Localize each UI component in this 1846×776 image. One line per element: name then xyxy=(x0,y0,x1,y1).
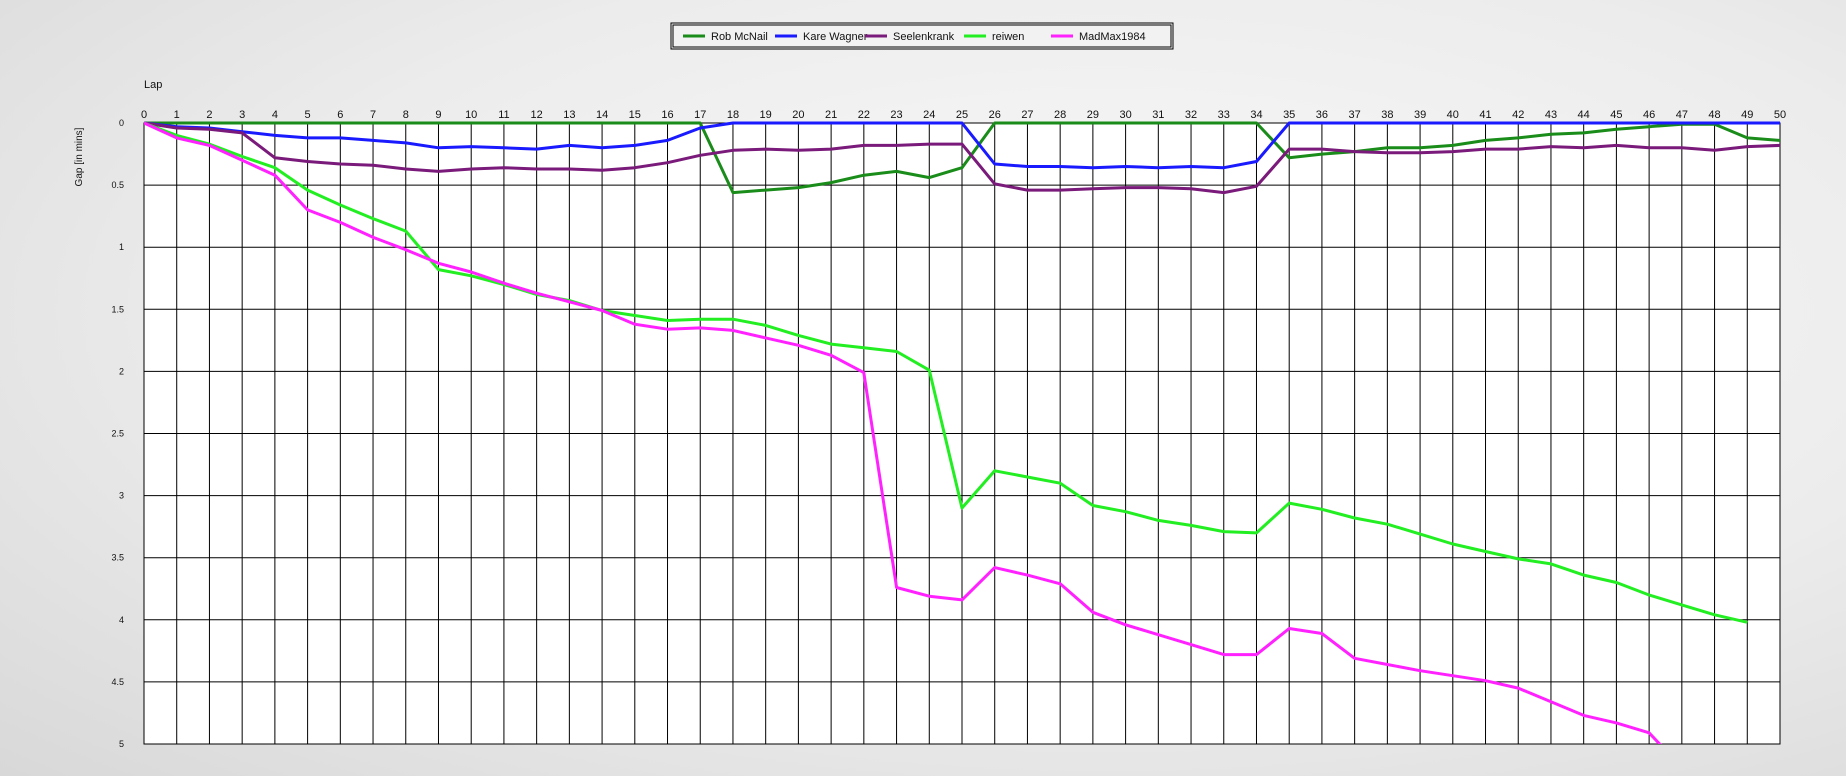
y-tick-label: 3.5 xyxy=(111,553,124,563)
y-tick-label: 0.5 xyxy=(111,180,124,190)
x-tick-label: 4 xyxy=(272,109,278,121)
x-tick-label: 34 xyxy=(1250,109,1262,121)
x-tick-label: 47 xyxy=(1676,109,1688,121)
x-tick-label: 10 xyxy=(465,109,477,121)
x-tick-label: 0 xyxy=(141,109,147,121)
x-tick-label: 28 xyxy=(1054,109,1066,121)
x-tick-label: 21 xyxy=(825,109,837,121)
x-tick-label: 37 xyxy=(1349,109,1361,121)
x-tick-label: 46 xyxy=(1643,109,1655,121)
y-tick-label: 4.5 xyxy=(111,677,124,687)
x-tick-label: 38 xyxy=(1381,109,1393,121)
x-tick-label: 17 xyxy=(694,109,706,121)
x-tick-label: 25 xyxy=(956,109,968,121)
x-tick-label: 24 xyxy=(923,109,935,121)
lap-gap-chart: Rob McNail Kare Wagner Seelenkrank reiwen Ma… xyxy=(74,22,1786,749)
y-tick-label: 2.5 xyxy=(111,429,124,439)
y-tick-label: 0 xyxy=(119,118,124,128)
x-tick-label: 19 xyxy=(760,109,772,121)
x-tick-label: 41 xyxy=(1479,109,1491,121)
x-tick-label: 42 xyxy=(1512,109,1524,121)
y-axis-label: Gap [in mins] xyxy=(74,127,85,186)
x-tick-label: 45 xyxy=(1610,109,1622,121)
x-tick-label: 39 xyxy=(1414,109,1426,121)
x-tick-label: 1 xyxy=(174,109,180,121)
legend-label: Seelenkrank xyxy=(893,31,955,43)
y-tick-label: 1 xyxy=(119,242,124,252)
x-tick-labels: 0 1 2 3 4 5 6 7 8 9 10 11 12 13 14 15 16 17 18 19 20 21 22 23 24… xyxy=(141,109,1786,121)
x-tick-label: 26 xyxy=(989,109,1001,121)
x-tick-label: 7 xyxy=(370,109,376,121)
x-tick-label: 44 xyxy=(1578,109,1590,121)
y-tick-labels: 0 0.5 1 1.5 2 2.5 3 3.5 4 4.5 5 xyxy=(111,118,124,749)
grid xyxy=(143,122,1781,745)
x-tick-label: 14 xyxy=(596,109,608,121)
x-axis-label: Lap xyxy=(144,79,162,91)
x-tick-label: 40 xyxy=(1447,109,1459,121)
x-tick-label: 23 xyxy=(890,109,902,121)
x-tick-label: 13 xyxy=(563,109,575,121)
x-tick-label: 31 xyxy=(1152,109,1164,121)
y-tick-label: 2 xyxy=(119,366,124,376)
x-tick-label: 43 xyxy=(1545,109,1557,121)
legend-label: Kare Wagner xyxy=(803,31,868,43)
x-tick-label: 20 xyxy=(792,109,804,121)
x-tick-label: 3 xyxy=(239,109,245,121)
y-tick-label: 5 xyxy=(119,739,124,749)
x-tick-label: 32 xyxy=(1185,109,1197,121)
x-tick-label: 33 xyxy=(1218,109,1230,121)
x-tick-label: 35 xyxy=(1283,109,1295,121)
x-tick-label: 50 xyxy=(1774,109,1786,121)
x-tick-label: 12 xyxy=(531,109,543,121)
x-tick-label: 9 xyxy=(435,109,441,121)
x-tick-label: 16 xyxy=(661,109,673,121)
legend-label: reiwen xyxy=(992,31,1024,43)
legend: Rob McNail Kare Wagner Seelenkrank reiwen Ma… xyxy=(670,22,1174,50)
x-tick-label: 6 xyxy=(337,109,343,121)
y-tick-label: 1.5 xyxy=(111,304,124,314)
x-tick-label: 49 xyxy=(1741,109,1753,121)
x-tick-label: 27 xyxy=(1021,109,1033,121)
legend-label: Rob McNail xyxy=(711,31,768,43)
legend-label: MadMax1984 xyxy=(1079,31,1146,43)
x-tick-label: 8 xyxy=(403,109,409,121)
x-tick-label: 29 xyxy=(1087,109,1099,121)
x-tick-label: 36 xyxy=(1316,109,1328,121)
y-tick-label: 4 xyxy=(119,615,124,625)
x-tick-label: 30 xyxy=(1119,109,1131,121)
x-tick-label: 15 xyxy=(629,109,641,121)
x-tick-label: 18 xyxy=(727,109,739,121)
x-tick-label: 11 xyxy=(498,109,509,121)
x-tick-label: 48 xyxy=(1708,109,1720,121)
x-tick-label: 22 xyxy=(858,109,870,121)
x-tick-label: 5 xyxy=(305,109,311,121)
y-tick-label: 3 xyxy=(119,491,124,501)
x-tick-label: 2 xyxy=(206,109,212,121)
